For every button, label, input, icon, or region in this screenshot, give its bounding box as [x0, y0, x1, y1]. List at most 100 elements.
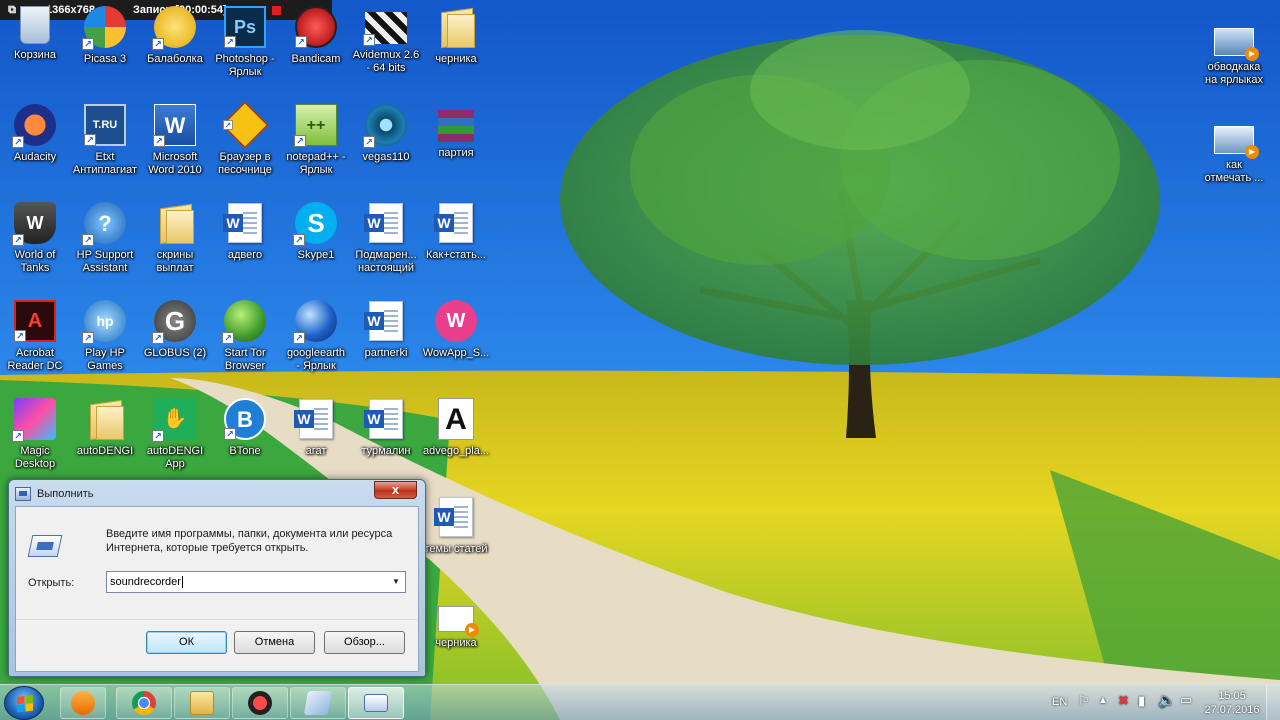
- folder-icon: [154, 202, 196, 244]
- video-file-icon: ▶: [1214, 126, 1259, 159]
- autodengi-app-icon: ✋ ↗: [152, 398, 196, 442]
- taskbar-app[interactable]: [290, 687, 346, 719]
- run-dialog-titlebar[interactable]: Выполнить: [15, 485, 93, 503]
- folder-icon: [84, 398, 126, 440]
- battery-icon[interactable]: ▭: [1180, 692, 1192, 708]
- desktop-icon-temy-statey-doc[interactable]: темы статей: [420, 496, 492, 588]
- folder-icon: [435, 6, 477, 48]
- desktop-icon-kak-otmechat-video[interactable]: ▶ как отмечать ...: [1198, 118, 1270, 210]
- desktop-icon-chernika-folder[interactable]: черника: [420, 6, 492, 98]
- desktop-icon-advego-doc[interactable]: адвего: [209, 202, 281, 294]
- desktop-icon-globus[interactable]: G ↗ GLOBUS (2): [139, 300, 211, 392]
- desktop-icon-recycle-bin[interactable]: Корзина: [0, 6, 71, 98]
- desktop-icon-avidemux[interactable]: ↗ Avidemux 2.6 - 64 bits: [350, 6, 422, 98]
- run-description: Введите имя программы, папки, документа …: [106, 528, 393, 554]
- desktop-icon-notepad-plus-plus[interactable]: ++ ↗ notepad++ - Ярлык: [280, 104, 352, 196]
- desktop-icon-bandicam[interactable]: ↗ Bandicam: [280, 6, 352, 98]
- notepad-plus-plus-icon: ++ ↗: [294, 104, 337, 147]
- word-document-icon: [434, 496, 477, 538]
- desktop-icon-magic-desktop[interactable]: ↗ Magic Desktop: [0, 398, 71, 490]
- taskbar-explorer[interactable]: [174, 687, 230, 719]
- desktop-icon-partiya-archive[interactable]: партия: [420, 104, 492, 196]
- desktop-icon-podmarennik-doc[interactable]: Подмарен... настоящий: [350, 202, 422, 294]
- hp-games-icon: hp ↗: [82, 300, 126, 344]
- desktop-icon-agat-doc[interactable]: агат: [280, 398, 352, 490]
- bandicam-icon: [248, 691, 272, 715]
- taskbar-bandicam[interactable]: [232, 687, 288, 719]
- taskbar-media-player[interactable]: [60, 687, 106, 719]
- desktop-icon-partnerki-doc[interactable]: partnerki: [350, 300, 422, 392]
- chevron-down-icon[interactable]: ▼: [389, 574, 403, 590]
- globus-icon: G ↗: [152, 300, 196, 344]
- avidemux-clapper-icon: ↗: [363, 12, 407, 46]
- desktop-icon-etxt[interactable]: T.RU ↗ Etxt Антиплагиат: [69, 104, 141, 196]
- run-icon: [15, 487, 31, 501]
- start-button[interactable]: [4, 686, 44, 720]
- taskbar: EN ⚐ ▲ ✖ ▮ 🔈 ▭ 15:05 27.07.2016: [0, 684, 1280, 720]
- word-document-icon: [364, 300, 407, 342]
- show-desktop-button[interactable]: [1266, 685, 1280, 720]
- desktop-icon-skriny-folder[interactable]: скрины выплат: [139, 202, 211, 294]
- desktop-icon-btone[interactable]: B ↗ BTone: [209, 398, 281, 490]
- desktop-icon-autodengi-app[interactable]: ✋ ↗ autoDENGI App: [139, 398, 211, 490]
- volume-icon[interactable]: 🔈: [1158, 692, 1175, 709]
- media-player-icon: [71, 691, 95, 715]
- desktop-icon-wowapp[interactable]: W WowApp_S...: [420, 300, 492, 392]
- desktop-icon-kak-stat-doc[interactable]: Как+стать...: [420, 202, 492, 294]
- desktop-icon-balabolka[interactable]: ↗ Балаболка: [139, 6, 211, 98]
- desktop-icon-world-of-tanks[interactable]: W ↗ World of Tanks: [0, 202, 71, 294]
- word-document-icon: [364, 398, 407, 440]
- desktop-icon-autodengi-folder[interactable]: autoDENGI: [69, 398, 141, 490]
- recycle-bin-icon: [20, 6, 50, 44]
- chrome-icon: [132, 691, 156, 715]
- taskbar-run-dialog[interactable]: [348, 687, 404, 719]
- open-combobox[interactable]: soundrecorder ▼: [106, 571, 406, 593]
- desktop-icon-chernika-video[interactable]: ▶ черника: [420, 594, 492, 686]
- desktop-icon-hp-support[interactable]: ? ↗ HP Support Assistant: [69, 202, 141, 294]
- bandicam-icon: ↗: [295, 6, 337, 48]
- language-indicator[interactable]: EN: [1052, 696, 1067, 708]
- desktop-icon-tor-browser[interactable]: ↗ Start Tor Browser: [209, 300, 281, 392]
- word-icon: W ↗: [153, 104, 196, 147]
- action-center-icon[interactable]: ⚐: [1078, 693, 1090, 709]
- desktop-icon-turmalin-doc[interactable]: турмалин: [350, 398, 422, 490]
- etxt-icon: T.RU ↗: [84, 104, 126, 146]
- desktop-icon-acrobat-reader[interactable]: A ↗ Acrobat Reader DC: [0, 300, 71, 392]
- skype-icon: S ↗: [293, 202, 337, 246]
- close-button[interactable]: x: [374, 481, 417, 499]
- open-label: Открыть:: [28, 577, 75, 589]
- photoshop-icon: Ps ↗: [224, 6, 266, 48]
- browse-button[interactable]: Обзор...: [324, 631, 405, 654]
- acrobat-icon: A ↗: [14, 300, 56, 342]
- taskbar-chrome[interactable]: [116, 687, 172, 719]
- network-error-icon[interactable]: ✖: [1118, 693, 1129, 709]
- app-window-icon: [303, 691, 333, 715]
- folder-icon: [190, 691, 214, 715]
- ok-button[interactable]: ОК: [146, 631, 227, 654]
- desktop-icon-obvodka-video[interactable]: ▶ обводкака на ярлыках: [1198, 20, 1270, 112]
- hp-support-icon: ? ↗: [82, 202, 126, 246]
- google-earth-icon: ↗: [293, 300, 337, 344]
- video-file-icon: ▶: [438, 606, 479, 637]
- clock[interactable]: 15:05 27.07.2016: [1202, 689, 1262, 717]
- desktop-icon-photoshop[interactable]: Ps ↗ Photoshop - Ярлык: [209, 6, 281, 98]
- chevron-up-icon[interactable]: ▲: [1098, 695, 1108, 706]
- text-caret: [181, 576, 183, 588]
- desktop-icon-play-hp-games[interactable]: hp ↗ Play HP Games: [69, 300, 141, 392]
- video-file-icon: ▶: [1214, 28, 1259, 61]
- system-tray: EN ⚐ ▲ ✖ ▮ 🔈 ▭ 15:05 27.07.2016: [1040, 685, 1280, 720]
- signal-icon[interactable]: ▮: [1138, 693, 1145, 709]
- audacity-icon: ↗: [12, 104, 56, 148]
- desktop-icon-sandbox-browser[interactable]: ↗ Браузер в песочнице: [209, 101, 281, 196]
- picasa-icon: ↗: [82, 6, 126, 50]
- desktop-icon-word-2010[interactable]: W ↗ Microsoft Word 2010: [139, 104, 211, 196]
- cancel-button[interactable]: Отмена: [234, 631, 315, 654]
- desktop-icon-advego-plagiatus[interactable]: A advego_pla...: [420, 398, 492, 490]
- desktop-icon-vegas[interactable]: ↗ vegas110: [350, 104, 422, 196]
- desktop-icon-picasa[interactable]: ↗ Picasa 3: [69, 6, 141, 98]
- desktop-icon-skype[interactable]: S ↗ Skype1: [280, 202, 352, 294]
- vegas-icon: ↗: [363, 104, 407, 148]
- desktop-icon-google-earth[interactable]: ↗ googleearth - Ярлык: [280, 300, 352, 392]
- desktop-icon-audacity[interactable]: ↗ Audacity: [0, 104, 71, 196]
- close-icon: x: [391, 482, 400, 497]
